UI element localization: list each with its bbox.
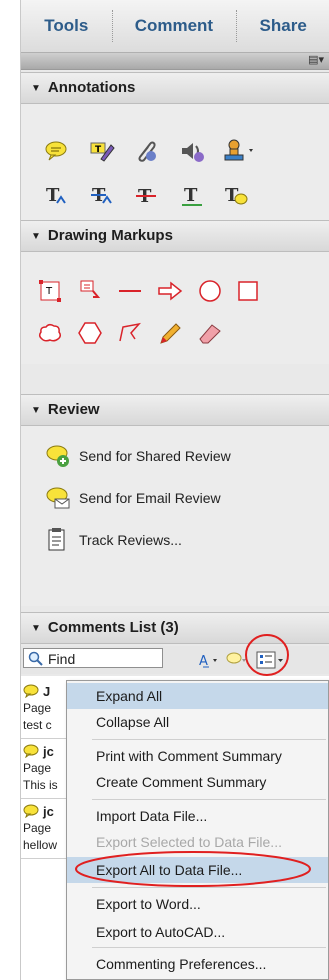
- track-reviews-label: Track Reviews...: [79, 532, 182, 548]
- connected-lines-icon[interactable]: [117, 320, 143, 346]
- tab-comment[interactable]: Comment: [111, 0, 237, 52]
- annotations-panel: T T T T T T: [21, 104, 329, 220]
- eraser-icon[interactable]: [197, 320, 223, 346]
- svg-text:T: T: [184, 185, 198, 206]
- find-input[interactable]: Find: [23, 648, 163, 668]
- pane-toolbar-strip: ▤▾: [21, 52, 329, 70]
- shared-review-icon: [46, 445, 69, 467]
- task-tabs: Tools Comment Share: [21, 0, 329, 52]
- search-icon: [28, 651, 43, 666]
- menu-separator: [92, 739, 326, 740]
- highlight-oval: [75, 851, 311, 887]
- sticky-note-icon[interactable]: [43, 138, 69, 164]
- collapse-triangle-icon: ▼: [31, 405, 41, 416]
- cloud-icon[interactable]: [37, 320, 63, 346]
- review-header[interactable]: ▼ Review: [21, 394, 329, 426]
- menu-separator: [92, 947, 326, 948]
- polygon-icon[interactable]: [77, 320, 103, 346]
- send-shared-review-link[interactable]: Send for Shared Review: [45, 442, 231, 470]
- comment-bubble-icon: [23, 684, 39, 698]
- menu-item-expand-all[interactable]: Expand All: [67, 683, 328, 709]
- collapse-triangle-icon: ▼: [31, 231, 41, 242]
- comments-toolbar: Find A: [21, 634, 329, 676]
- replace-text-icon[interactable]: T: [89, 182, 115, 208]
- find-placeholder: Find: [48, 651, 76, 667]
- email-review-icon: [46, 487, 70, 509]
- menu-item-create-summary[interactable]: Create Comment Summary: [67, 769, 328, 795]
- highlight-text-icon[interactable]: T: [89, 138, 115, 164]
- menu-item-export-autocad[interactable]: Export to AutoCAD...: [67, 919, 328, 945]
- send-shared-review-label: Send for Shared Review: [79, 448, 231, 464]
- stamp-icon[interactable]: [223, 138, 257, 164]
- strikethrough-icon[interactable]: T: [133, 182, 159, 208]
- line-icon[interactable]: [117, 278, 143, 304]
- text-box-icon[interactable]: T: [37, 278, 63, 304]
- drawing-markups-panel: T: [21, 252, 329, 364]
- comment-bubble-icon: [23, 744, 39, 758]
- menu-item-export-word[interactable]: Export to Word...: [67, 891, 328, 917]
- annotations-header[interactable]: ▼ Annotations: [21, 72, 329, 104]
- underline-text-icon[interactable]: T: [179, 182, 205, 208]
- panel-options-icon[interactable]: ▤▾: [308, 53, 324, 66]
- tab-tools[interactable]: Tools: [21, 0, 112, 52]
- drawing-markups-header[interactable]: ▼ Drawing Markups: [21, 220, 329, 252]
- callout-icon[interactable]: [77, 278, 103, 304]
- track-reviews-link[interactable]: Track Reviews...: [45, 526, 182, 554]
- menu-item-print-summary[interactable]: Print with Comment Summary: [67, 743, 328, 769]
- highlight-circle: [245, 634, 289, 676]
- collapse-triangle-icon: ▼: [31, 623, 41, 634]
- options-dropdown-menu: Expand All Collapse All Print with Comme…: [66, 680, 329, 980]
- record-audio-icon[interactable]: [179, 138, 205, 164]
- insert-text-icon[interactable]: T: [43, 182, 69, 208]
- review-panel: Send for Shared Review Send for Email Re…: [21, 426, 329, 606]
- svg-text:T: T: [45, 286, 53, 297]
- attach-file-icon[interactable]: [133, 138, 159, 164]
- menu-item-collapse-all[interactable]: Collapse All: [67, 709, 328, 735]
- menu-separator: [92, 799, 326, 800]
- send-email-review-label: Send for Email Review: [79, 490, 221, 506]
- comment-bubble-icon: [23, 804, 39, 818]
- send-email-review-link[interactable]: Send for Email Review: [45, 484, 221, 512]
- pencil-icon[interactable]: [157, 320, 183, 346]
- svg-text:T: T: [95, 145, 102, 155]
- collapse-triangle-icon: ▼: [31, 83, 41, 94]
- tab-share[interactable]: Share: [236, 0, 329, 52]
- menu-item-commenting-preferences[interactable]: Commenting Preferences...: [67, 951, 328, 977]
- menu-item-import-data[interactable]: Import Data File...: [67, 803, 328, 829]
- sort-comments-icon[interactable]: A: [197, 647, 221, 673]
- rectangle-icon[interactable]: [235, 278, 261, 304]
- add-note-to-text-icon[interactable]: T: [223, 182, 249, 208]
- oval-icon[interactable]: [197, 278, 223, 304]
- track-reviews-icon: [48, 528, 65, 551]
- arrow-icon[interactable]: [157, 278, 183, 304]
